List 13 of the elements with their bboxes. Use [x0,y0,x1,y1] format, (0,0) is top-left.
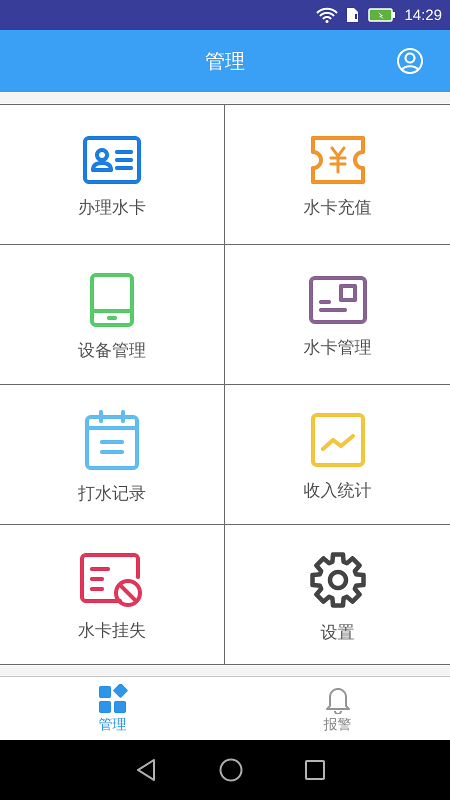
wifi-icon [316,7,338,23]
home-icon[interactable] [219,758,243,782]
menu-tile[interactable]: 设备管理 [0,245,225,385]
back-icon[interactable] [135,758,157,782]
menu-tile[interactable]: 水卡挂失 [0,525,225,665]
sim-card-icon [346,7,360,23]
page-title: 管理 [205,48,245,74]
recent-apps-icon[interactable] [305,760,325,780]
grid-icon [98,684,128,714]
menu-tile[interactable]: 办理水卡 [0,105,225,245]
clock-time: 14:29 [404,6,442,24]
menu-tile[interactable]: 打水记录 [0,385,225,525]
profile-icon[interactable] [396,47,424,75]
